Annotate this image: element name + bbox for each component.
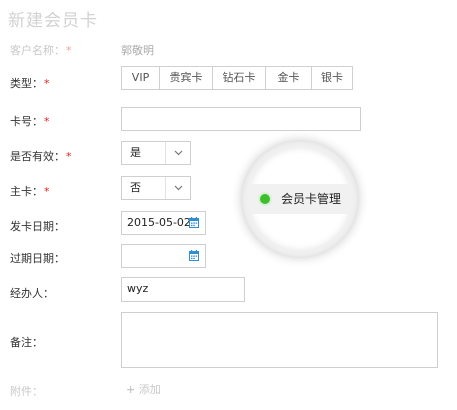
chevron-down-icon [165, 142, 190, 164]
attachment-label: 附件： [10, 385, 43, 398]
handler-label: 经办人： [10, 287, 54, 300]
remark-textarea[interactable] [121, 312, 438, 368]
card-type-option-silver[interactable]: 银卡 [312, 67, 352, 89]
chevron-down-icon [165, 177, 190, 199]
plus-icon: + [126, 383, 136, 396]
add-attachment-label: 添加 [138, 383, 161, 396]
valid-label: 是否有效：* [10, 150, 72, 163]
card-no-label: 卡号：* [10, 115, 50, 128]
card-type-selector[interactable]: VIP 贵宾卡 钻石卡 金卡 银卡 [121, 66, 353, 90]
remark-label: 备注： [10, 336, 43, 349]
card-type-option-vip-guest[interactable]: 贵宾卡 [160, 67, 213, 89]
add-attachment-button[interactable]: + 添加 [126, 381, 161, 397]
main-card-select-value: 否 [130, 181, 141, 194]
handler-input[interactable]: wyz [121, 277, 245, 302]
issue-date-value: 2015-05-02 [127, 216, 191, 229]
page-title: 新建会员卡 [8, 11, 98, 31]
valid-select-value: 是 [130, 146, 141, 159]
card-type-option-vip[interactable]: VIP [122, 67, 160, 89]
magnifier-lens: 会员卡管理 [248, 147, 352, 251]
card-type-option-gold[interactable]: 金卡 [266, 67, 312, 89]
member-card-management-menu-item[interactable]: 会员卡管理 [281, 190, 341, 207]
valid-select[interactable]: 是 [121, 141, 191, 165]
main-card-label: 主卡：* [10, 185, 50, 198]
card-type-option-diamond[interactable]: 钻石卡 [213, 67, 266, 89]
issue-date-label: 发卡日期： [10, 220, 65, 233]
calendar-icon[interactable] [189, 217, 199, 228]
card-no-input[interactable] [121, 107, 361, 131]
issue-date-input[interactable]: 2015-05-02 [121, 211, 206, 235]
expire-date-label: 过期日期： [10, 252, 65, 265]
main-card-select[interactable]: 否 [121, 176, 191, 200]
green-dot-icon [260, 194, 270, 204]
expire-date-input[interactable] [121, 244, 206, 268]
calendar-icon[interactable] [189, 250, 199, 261]
customer-name-value: 郭敬明 [121, 44, 154, 57]
type-label: 类型：* [10, 77, 50, 90]
customer-name-label: 客户名称：* [10, 44, 72, 57]
